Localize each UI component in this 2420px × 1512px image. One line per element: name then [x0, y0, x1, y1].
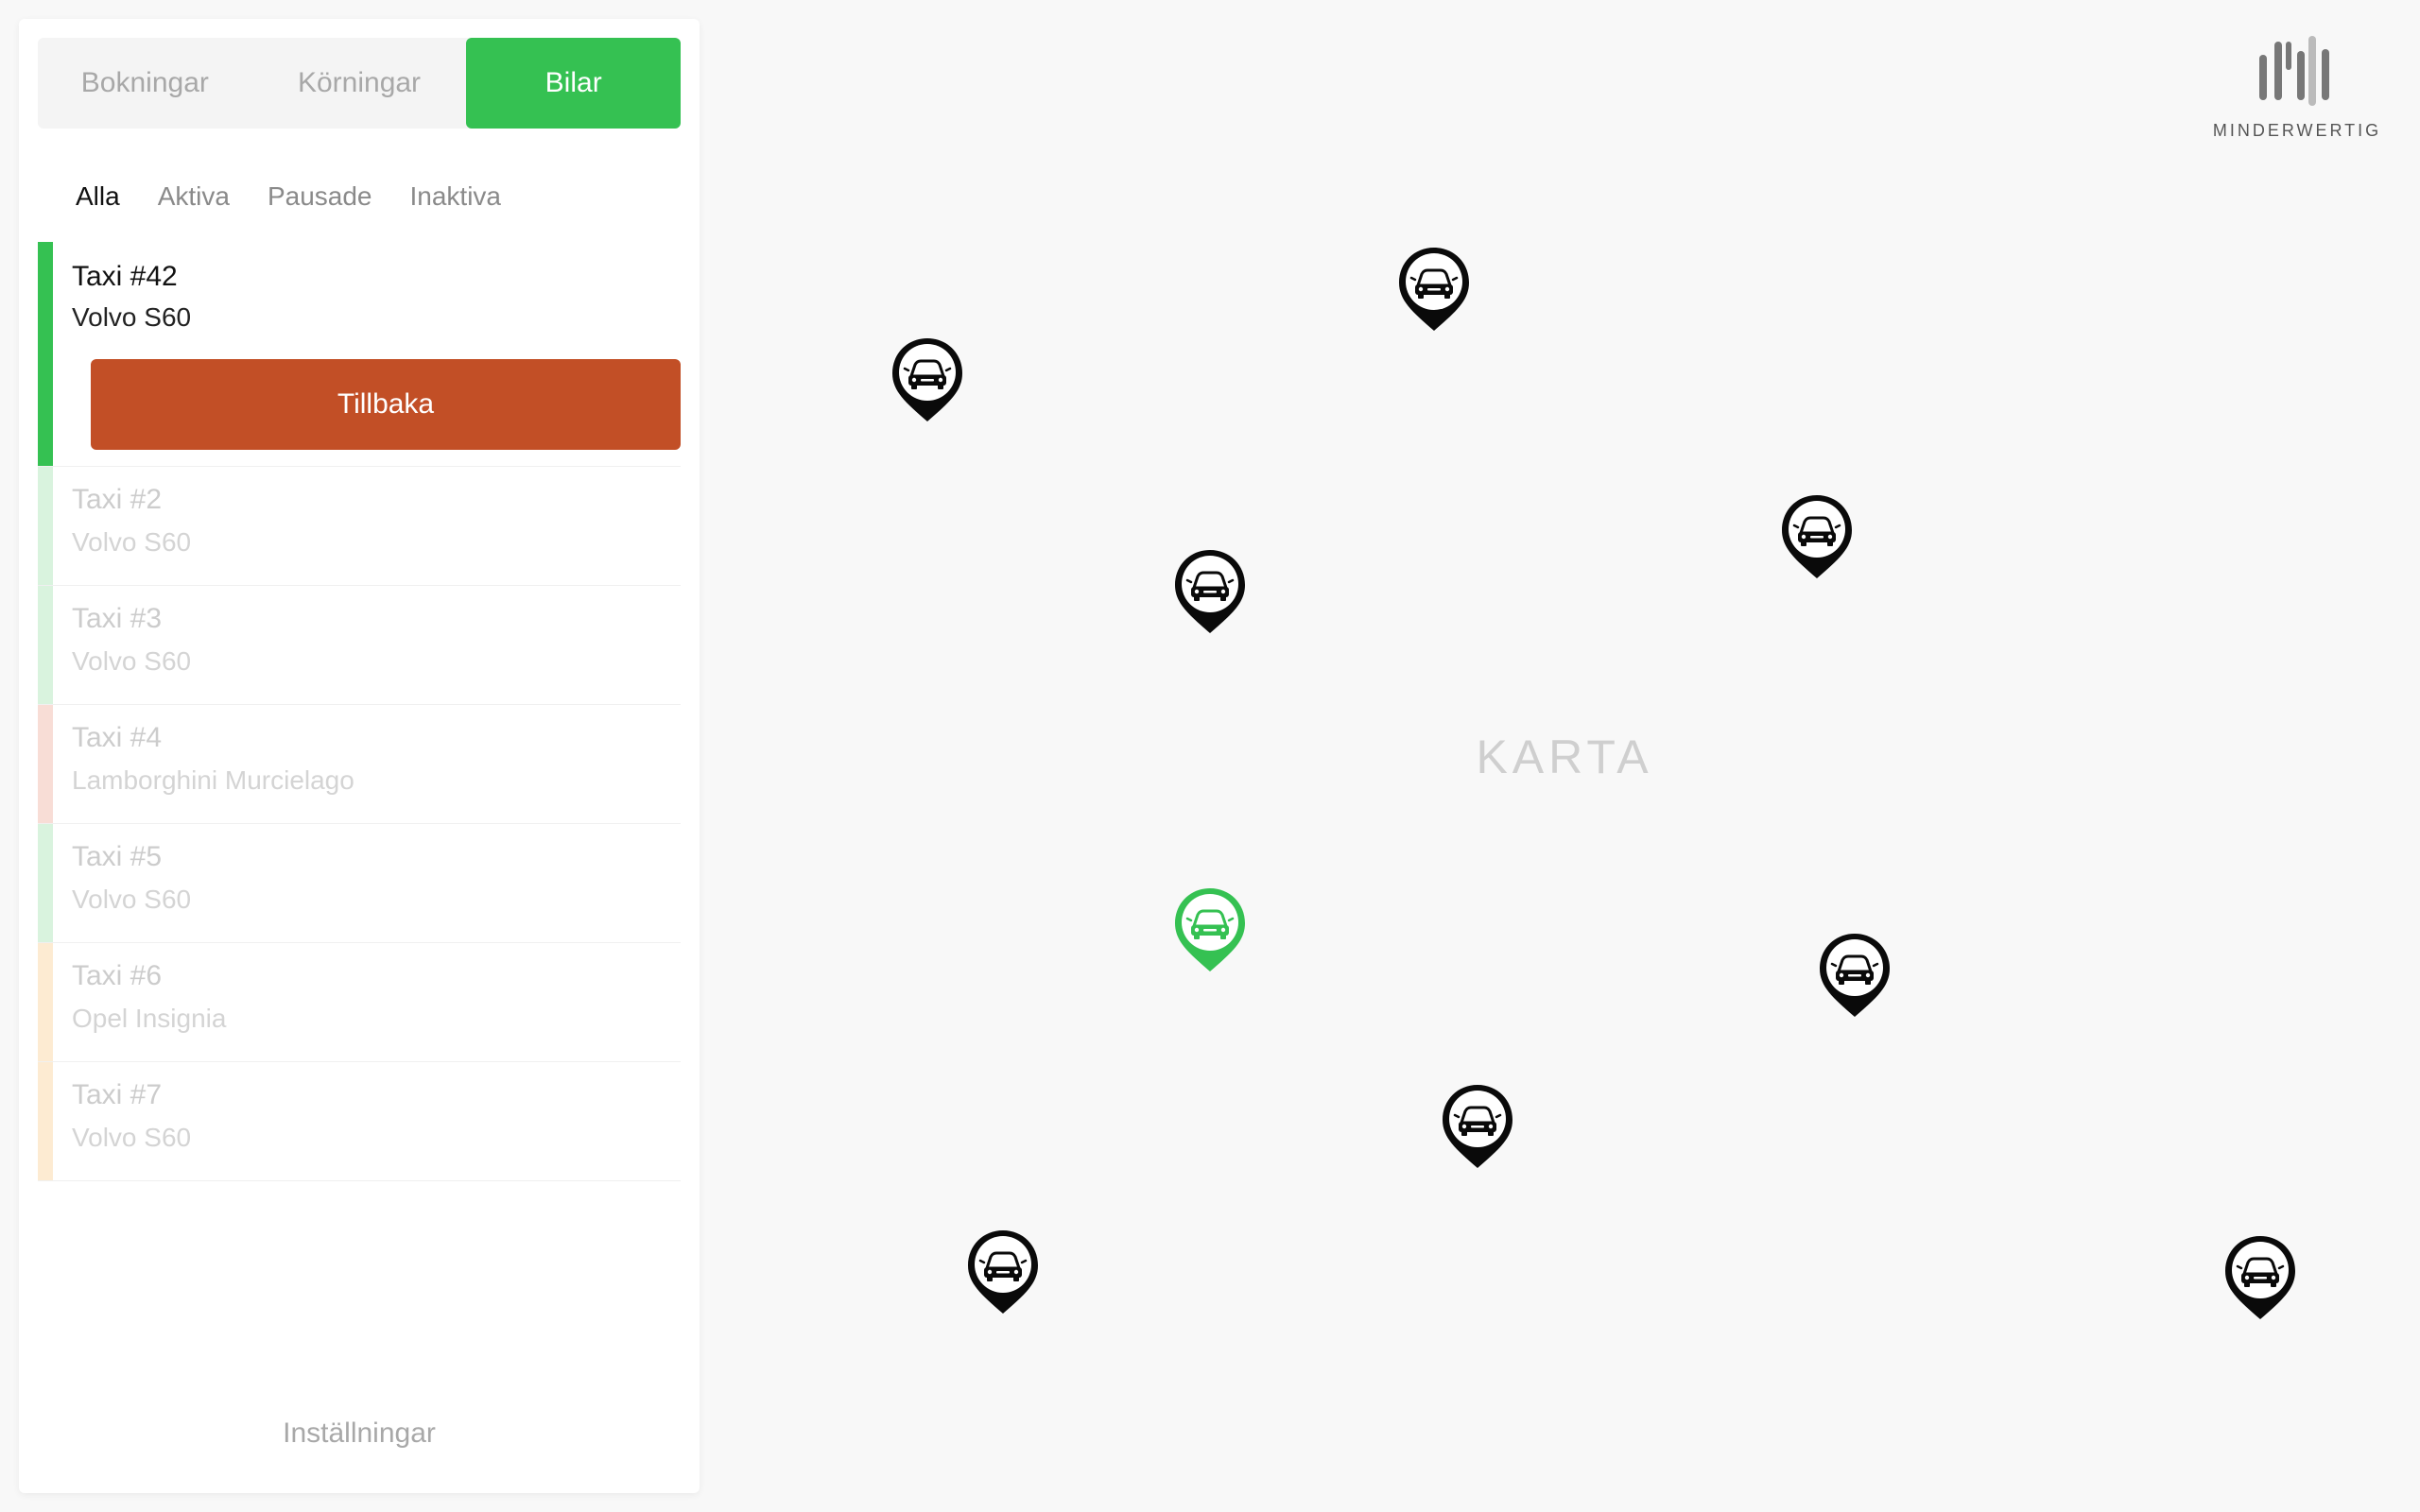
car-model: Volvo S60	[72, 527, 192, 557]
status-bar	[38, 824, 53, 942]
tab-korningar[interactable]: Körningar	[252, 38, 467, 129]
car-pin-icon[interactable]	[889, 335, 966, 425]
filter-alla[interactable]: Alla	[76, 181, 120, 212]
back-button[interactable]: Tillbaka	[91, 359, 681, 450]
car-name: Taxi #5	[72, 841, 163, 872]
map-area[interactable]: KARTA	[700, 0, 2420, 1512]
logo-bars-icon	[2259, 36, 2329, 106]
car-row[interactable]: Taxi #4 Lamborghini Murcielago	[38, 705, 681, 824]
car-pin-icon[interactable]	[964, 1227, 1042, 1317]
brand-logo: MINDERWERTIG	[2203, 34, 2392, 147]
sidebar-panel: Bokningar Körningar Bilar Alla Aktiva Pa…	[19, 19, 700, 1493]
car-model: Volvo S60	[72, 646, 192, 676]
car-pin-icon[interactable]	[1171, 885, 1249, 975]
car-name: Taxi #4	[72, 722, 163, 753]
car-pin-icon[interactable]	[1778, 491, 1856, 582]
car-model: Volvo S60	[72, 885, 192, 914]
car-pin-icon[interactable]	[1816, 930, 1893, 1021]
car-row[interactable]: Taxi #2 Volvo S60	[38, 467, 681, 586]
tab-bokningar[interactable]: Bokningar	[38, 38, 252, 129]
car-model: Lamborghini Murcielago	[72, 765, 354, 795]
status-bar	[38, 586, 53, 704]
status-bar	[38, 705, 53, 823]
car-name: Taxi #6	[72, 960, 163, 991]
logo-text: MINDERWERTIG	[2212, 121, 2382, 140]
car-pin-icon[interactable]	[1395, 244, 1473, 335]
car-name: Taxi #7	[72, 1079, 163, 1110]
car-pin-icon[interactable]	[2221, 1232, 2299, 1323]
car-model: Volvo S60	[72, 302, 192, 332]
settings-link[interactable]: Inställningar	[19, 1418, 700, 1450]
car-row-selected[interactable]: Taxi #42 Volvo S60 Tillbaka	[38, 242, 681, 467]
car-name: Taxi #2	[72, 484, 163, 515]
car-row[interactable]: Taxi #3 Volvo S60	[38, 586, 681, 705]
status-bar	[38, 467, 53, 585]
car-model: Opel Insignia	[72, 1004, 227, 1033]
car-list: Taxi #42 Volvo S60 Tillbaka Taxi #2 Volv…	[38, 242, 681, 1181]
car-row[interactable]: Taxi #6 Opel Insignia	[38, 943, 681, 1062]
status-bar	[38, 943, 53, 1061]
car-name: Taxi #3	[72, 603, 163, 634]
car-row[interactable]: Taxi #5 Volvo S60	[38, 824, 681, 943]
car-model: Volvo S60	[72, 1123, 192, 1152]
car-pin-icon[interactable]	[1171, 546, 1249, 637]
filter-inaktiva[interactable]: Inaktiva	[410, 181, 502, 212]
filter-pausade[interactable]: Pausade	[268, 181, 372, 212]
car-name: Taxi #42	[72, 261, 178, 292]
map-placeholder-label: KARTA	[1476, 730, 1653, 783]
filter-aktiva[interactable]: Aktiva	[158, 181, 230, 212]
status-bar	[38, 1062, 53, 1180]
tab-bilar[interactable]: Bilar	[466, 38, 682, 129]
car-row[interactable]: Taxi #7 Volvo S60	[38, 1062, 681, 1181]
car-filters: Alla Aktiva Pausade Inaktiva	[76, 181, 501, 212]
status-bar	[38, 242, 53, 466]
main-tabs: Bokningar Körningar Bilar	[38, 38, 682, 129]
car-pin-icon[interactable]	[1439, 1081, 1516, 1172]
